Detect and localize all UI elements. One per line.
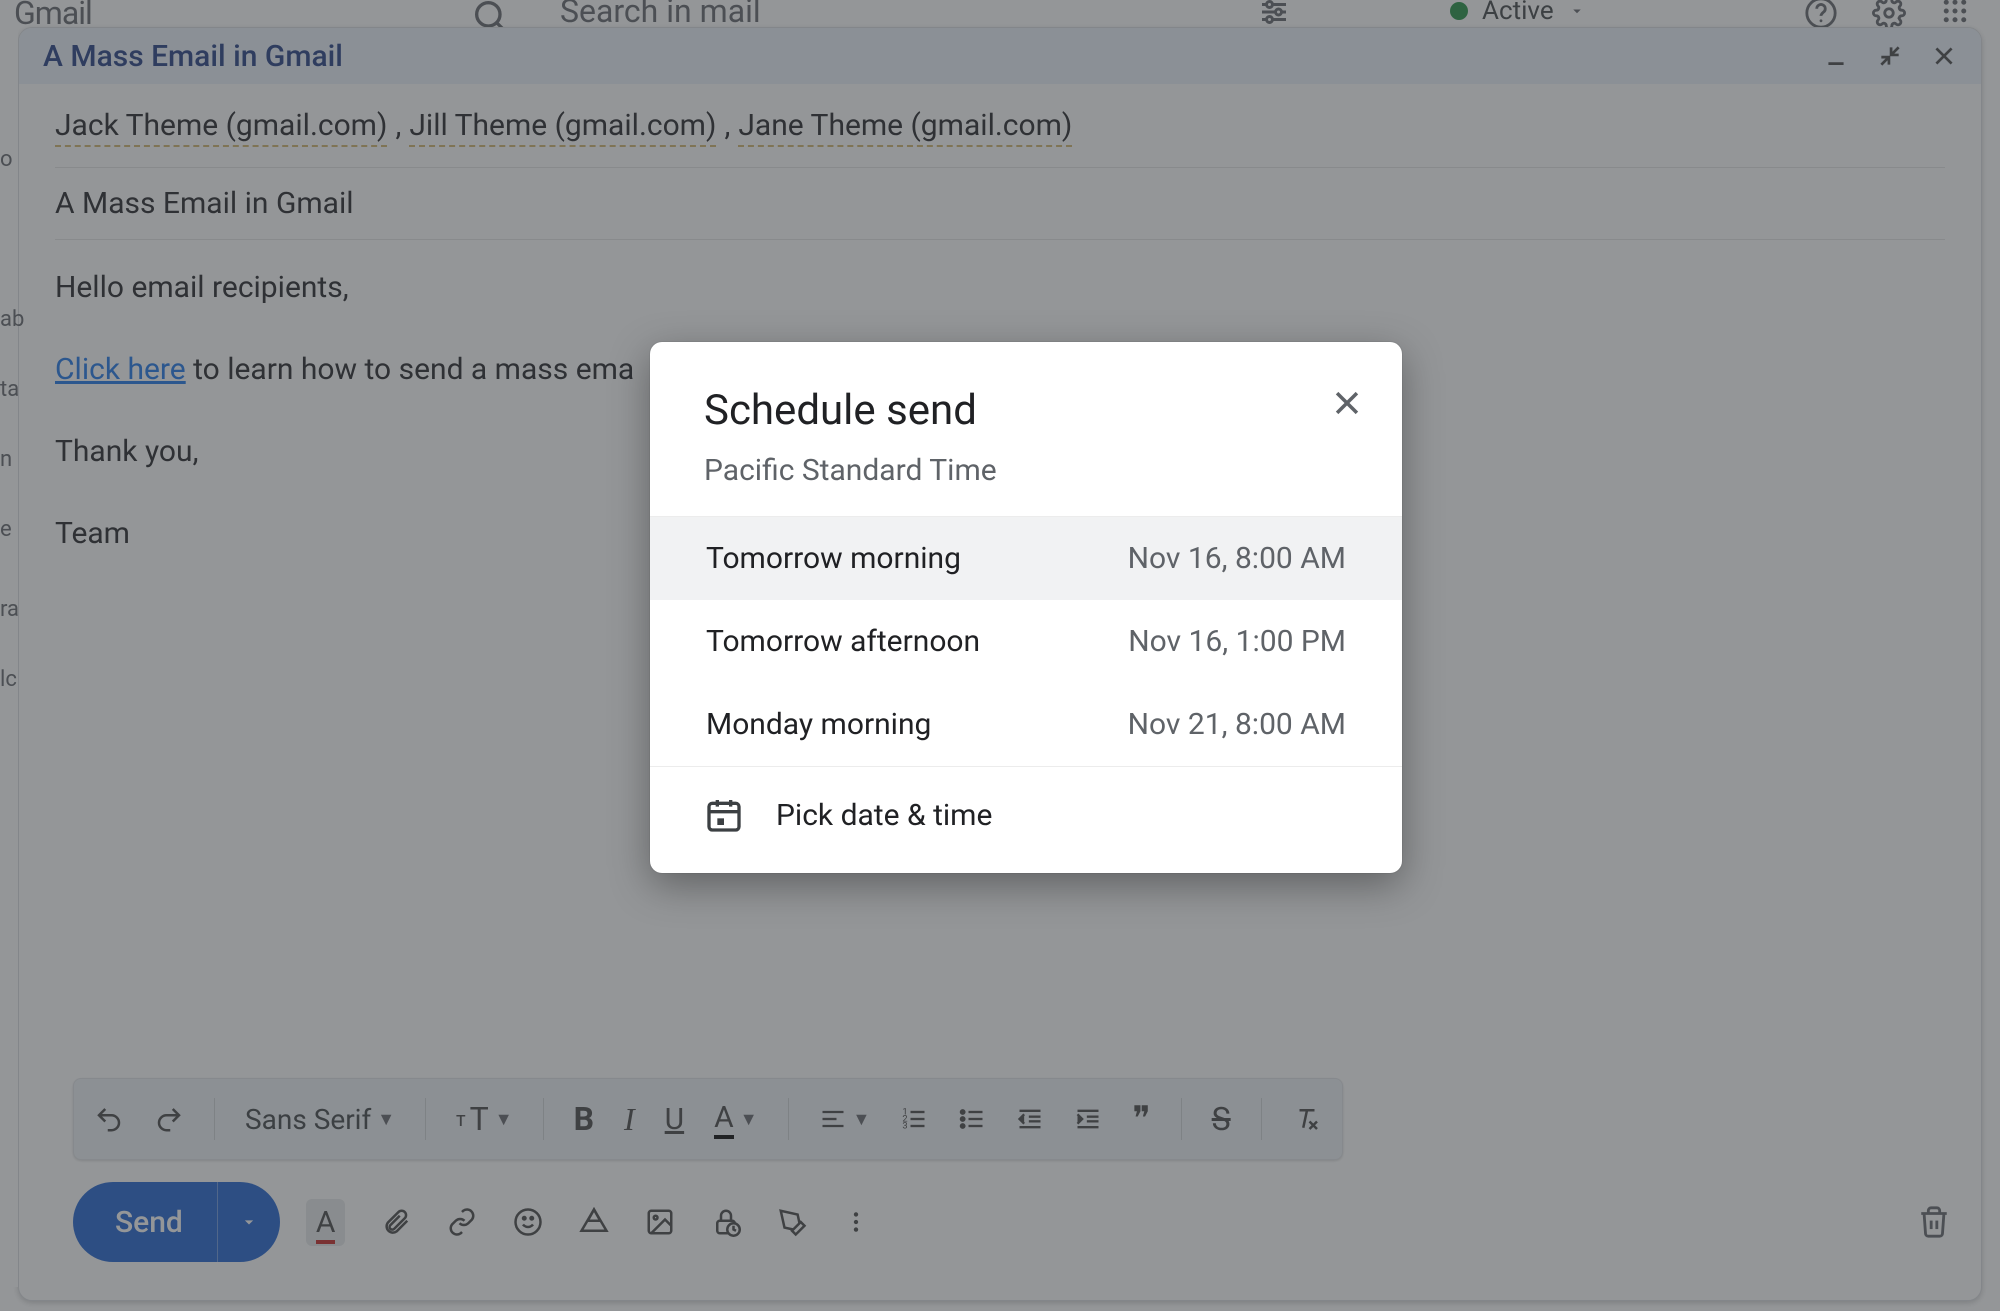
dialog-title: Schedule send (704, 386, 1348, 435)
calendar-icon (704, 795, 744, 835)
schedule-send-dialog: Schedule send Pacific Standard Time Tomo… (650, 342, 1402, 873)
timezone-label: Pacific Standard Time (704, 453, 1348, 488)
pick-date-time-label: Pick date & time (776, 798, 992, 833)
schedule-option-time: Nov 21, 8:00 AM (1128, 707, 1346, 742)
schedule-option-label: Monday morning (706, 707, 931, 742)
schedule-option[interactable]: Monday morning Nov 21, 8:00 AM (650, 683, 1402, 766)
schedule-option-label: Tomorrow afternoon (706, 624, 980, 659)
dialog-close-button[interactable] (1330, 386, 1364, 420)
schedule-option-time: Nov 16, 1:00 PM (1128, 624, 1346, 659)
pick-date-time-button[interactable]: Pick date & time (650, 766, 1402, 873)
schedule-option[interactable]: Tomorrow morning Nov 16, 8:00 AM (650, 517, 1402, 600)
schedule-option[interactable]: Tomorrow afternoon Nov 16, 1:00 PM (650, 600, 1402, 683)
schedule-option-label: Tomorrow morning (706, 541, 961, 576)
schedule-option-time: Nov 16, 8:00 AM (1128, 541, 1346, 576)
